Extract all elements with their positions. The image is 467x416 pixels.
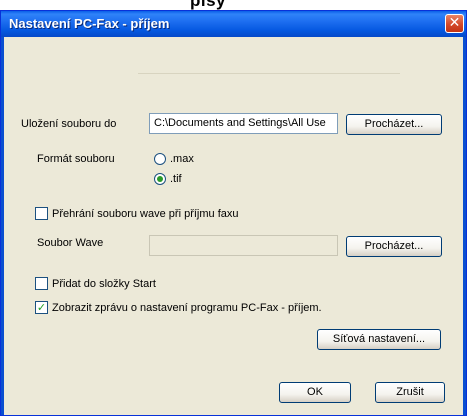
wave-file-field[interactable] <box>149 235 338 256</box>
add-startup-option[interactable]: Přidat do složky Start <box>35 277 156 290</box>
checkmark-icon: ✓ <box>36 301 47 314</box>
browse-folder-button[interactable]: Procházet... <box>346 114 442 135</box>
format-option-max[interactable]: .max <box>154 153 194 165</box>
browse-wave-button[interactable]: Procházet... <box>346 236 442 257</box>
play-wave-label: Přehrání souboru wave při příjmu faxu <box>52 207 239 220</box>
title-bar[interactable]: Nastavení PC-Fax - příjem ✕ <box>1 11 466 37</box>
separator-line <box>138 73 400 74</box>
window-border-left <box>1 37 4 415</box>
play-wave-checkbox[interactable] <box>35 207 48 220</box>
format-option-tif[interactable]: .tif <box>154 173 182 185</box>
close-button[interactable]: ✕ <box>445 14 464 33</box>
window-border-right <box>463 37 466 415</box>
show-message-checkbox[interactable]: ✓ <box>35 301 48 314</box>
format-tif-label: .tif <box>170 173 182 185</box>
save-folder-field[interactable]: C:\Documents and Settings\All Use <box>149 113 338 134</box>
cancel-button[interactable]: Zrušit <box>375 382 445 403</box>
pc-fax-receive-settings-dialog: Nastavení PC-Fax - příjem ✕ Uložení soub… <box>0 10 467 416</box>
file-format-label: Formát souboru <box>37 153 115 165</box>
close-icon: ✕ <box>448 15 461 31</box>
show-message-option[interactable]: ✓ Zobrazit zprávu o nastavení programu P… <box>35 301 322 314</box>
ok-button[interactable]: OK <box>279 382 351 403</box>
window-title: Nastavení PC-Fax - příjem <box>9 16 170 31</box>
radio-tif[interactable] <box>154 173 166 185</box>
wave-file-label: Soubor Wave <box>37 237 104 249</box>
play-wave-option[interactable]: Přehrání souboru wave při příjmu faxu <box>35 207 238 220</box>
radio-max[interactable] <box>154 153 166 165</box>
format-max-label: .max <box>170 153 194 165</box>
show-message-label: Zobrazit zprávu o nastavení programu PC-… <box>52 301 322 314</box>
add-startup-label: Přidat do složky Start <box>52 277 156 290</box>
add-startup-checkbox[interactable] <box>35 277 48 290</box>
network-settings-button[interactable]: Síťová nastavení... <box>317 329 441 350</box>
save-to-label: Uložení souboru do <box>21 118 117 130</box>
